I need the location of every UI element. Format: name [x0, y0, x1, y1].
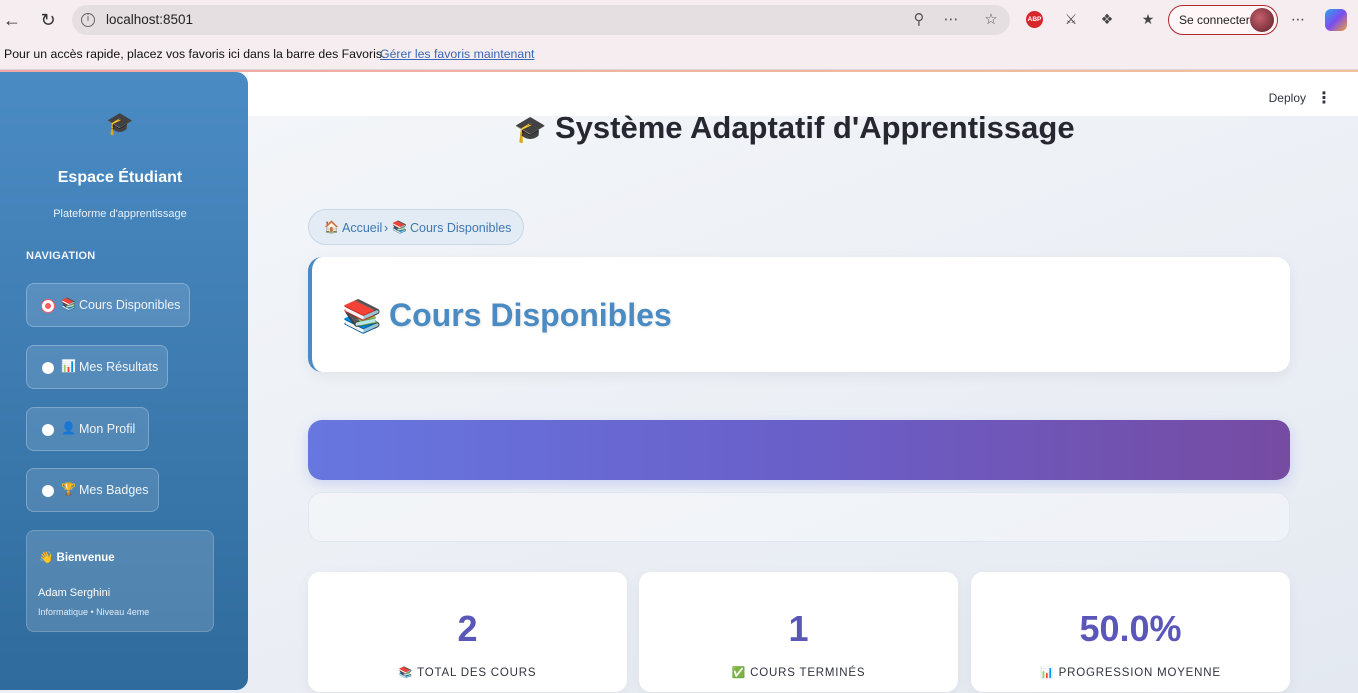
- nav-heading: NAVIGATION: [26, 250, 96, 262]
- radio-unselected[interactable]: [42, 485, 54, 497]
- sidebar: 🎓 Espace Étudiant Plateforme d'apprentis…: [0, 72, 248, 690]
- books-icon: 📚: [398, 666, 414, 679]
- stat-value: 2: [457, 608, 478, 649]
- sidebar-item-resultats[interactable]: 📊 Mes Résultats: [26, 345, 168, 389]
- books-icon: 📚: [392, 220, 407, 234]
- sidebar-item-label: Mon Profil: [79, 422, 136, 436]
- adblock-icon[interactable]: ABP: [1026, 11, 1043, 28]
- stat-value: 50.0%: [1079, 608, 1182, 649]
- breadcrumb-separator: ›: [384, 221, 389, 235]
- welcome-title: 👋 Bienvenue: [39, 552, 115, 564]
- chart-icon: 📊: [61, 359, 76, 373]
- copilot-icon[interactable]: [1325, 9, 1347, 31]
- extensions-puzzle-icon[interactable]: ❖: [1097, 9, 1117, 29]
- chart-icon: 📊: [1040, 666, 1055, 679]
- breadcrumb-current: Cours Disponibles: [410, 221, 512, 235]
- refresh-icon[interactable]: ↻: [36, 8, 60, 32]
- stat-label-row: ✅ COURS TERMINÉS: [639, 666, 958, 679]
- page-title-text: Système Adaptatif d'Apprentissage: [555, 110, 1075, 145]
- sign-in-button[interactable]: Se connecter: [1168, 5, 1278, 35]
- check-icon: ✅: [731, 666, 747, 679]
- home-icon: 🏠: [324, 220, 339, 234]
- url-text[interactable]: localhost:8501: [106, 12, 193, 27]
- avatar: [1250, 8, 1274, 32]
- sidebar-item-badges[interactable]: 🏆 Mes Badges: [26, 468, 159, 512]
- books-icon: 📚: [342, 297, 382, 335]
- sidebar-item-cours[interactable]: 📚 Cours Disponibles: [26, 283, 190, 327]
- gradient-banner: [308, 420, 1290, 480]
- sidebar-title: Espace Étudiant: [57, 169, 183, 186]
- stat-label: PROGRESSION MOYENNE: [1058, 667, 1221, 679]
- address-bar[interactable]: i localhost:8501 ⚲ ⋯ ☆: [72, 5, 1010, 35]
- trophy-icon: 🏆: [61, 482, 76, 496]
- student-info: Informatique • Niveau 4eme: [38, 607, 150, 617]
- page-title: 🎓 Système Adaptatif d'Apprentissage: [514, 110, 1075, 146]
- sidebar-item-profil[interactable]: 👤 Mon Profil: [26, 407, 149, 451]
- extension-bike-icon[interactable]: ⚔: [1061, 9, 1081, 29]
- main-menu-icon[interactable]: ⋮: [1316, 88, 1332, 108]
- breadcrumb: 🏠 Accueil › 📚 Cours Disponibles: [308, 209, 524, 245]
- sidebar-subtitle: Plateforme d'apprentissage: [53, 208, 187, 220]
- books-icon: 📚: [61, 297, 76, 311]
- deploy-button[interactable]: Deploy: [1269, 91, 1306, 105]
- stat-card-completed: 1 ✅ COURS TERMINÉS: [639, 572, 958, 692]
- section-title: Cours Disponibles: [389, 297, 672, 333]
- section-header-card: 📚 Cours Disponibles: [308, 257, 1290, 372]
- stat-value: 1: [788, 608, 809, 649]
- sign-in-label: Se connecter: [1179, 13, 1250, 27]
- welcome-card: 👋 Bienvenue Adam Serghini Informatique •…: [26, 530, 214, 632]
- empty-panel: [308, 492, 1290, 542]
- favorite-star-icon[interactable]: ☆: [980, 9, 1002, 31]
- student-name: Adam Serghini: [38, 587, 111, 599]
- sidebar-item-label: Cours Disponibles: [79, 298, 181, 312]
- stat-card-progress: 50.0% 📊 PROGRESSION MOYENNE: [971, 572, 1290, 692]
- read-aloud-icon[interactable]: ⋯: [940, 9, 962, 31]
- breadcrumb-home[interactable]: Accueil: [342, 221, 382, 235]
- back-arrow-icon[interactable]: ←: [0, 8, 24, 32]
- favorites-bar: Pour un accès rapide, placez vos favoris…: [0, 40, 1358, 70]
- stat-label: TOTAL DES COURS: [417, 667, 537, 679]
- user-icon: 👤: [61, 421, 76, 435]
- more-menu-icon[interactable]: ⋯: [1288, 9, 1308, 29]
- graduation-cap-icon: 🎓: [106, 112, 134, 137]
- graduation-cap-icon: 🎓: [514, 115, 547, 145]
- favorites-hint: Pour un accès rapide, placez vos favoris…: [4, 47, 386, 61]
- stat-card-total: 2 📚 TOTAL DES COURS: [308, 572, 627, 692]
- radio-unselected[interactable]: [42, 362, 54, 374]
- radio-selected[interactable]: [42, 300, 54, 312]
- favorites-icon[interactable]: ★: [1138, 9, 1158, 29]
- stat-label-row: 📚 TOTAL DES COURS: [308, 666, 627, 679]
- browser-toolbar: ← ↻ i localhost:8501 ⚲ ⋯ ☆ ABP ⚔ ❖ ★ Se …: [0, 0, 1358, 40]
- manage-favorites-link[interactable]: Gérer les favoris maintenant: [380, 47, 534, 61]
- stat-label-row: 📊 PROGRESSION MOYENNE: [971, 666, 1290, 679]
- zoom-icon[interactable]: ⚲: [908, 9, 930, 31]
- sidebar-item-label: Mes Résultats: [79, 360, 159, 374]
- sidebar-item-label: Mes Badges: [79, 483, 149, 497]
- stat-label: COURS TERMINÉS: [750, 667, 866, 679]
- site-info-icon[interactable]: i: [81, 13, 95, 27]
- radio-unselected[interactable]: [42, 424, 54, 436]
